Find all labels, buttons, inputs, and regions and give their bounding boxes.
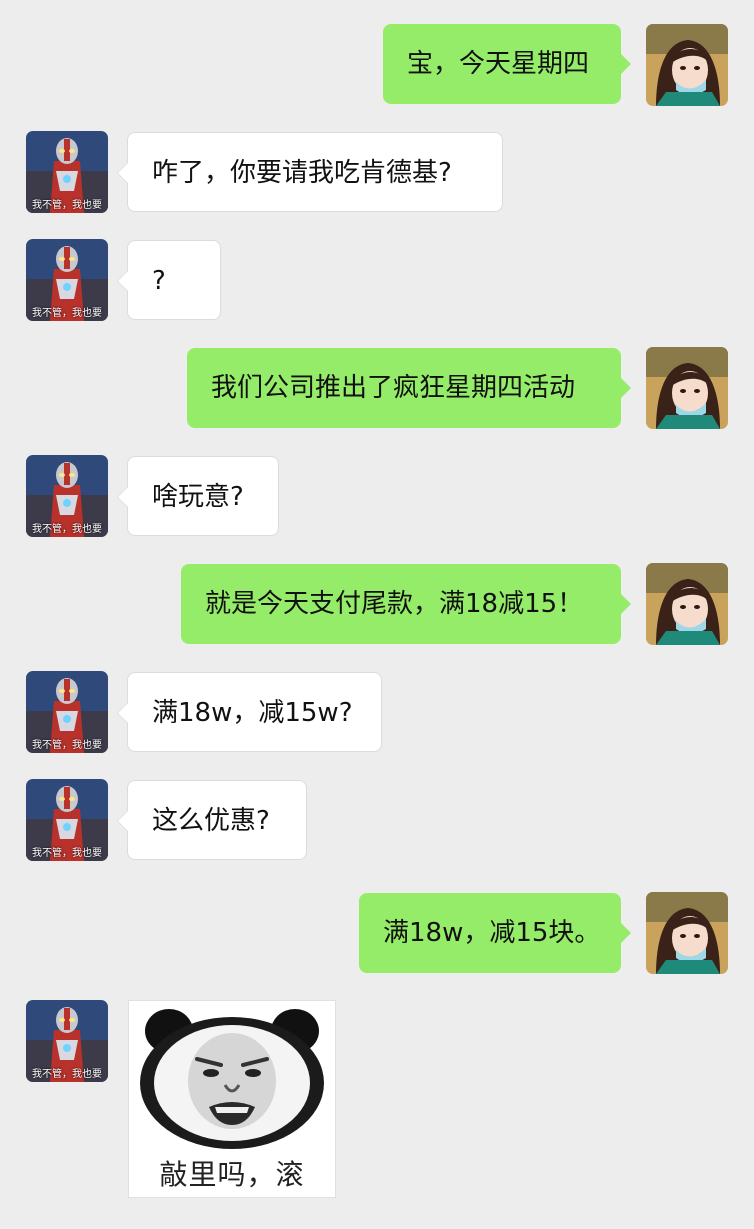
girl-selfie-avatar-icon [646, 892, 728, 974]
message-bubble-outgoing[interactable]: 就是今天支付尾款，满18减15！ [181, 564, 631, 644]
message-bubble-outgoing[interactable]: 满18w，减15块。 [359, 893, 631, 973]
sticker-message[interactable]: 敲里吗，滚 [128, 1000, 336, 1198]
girl-selfie-avatar-icon [646, 24, 728, 106]
contact-avatar[interactable]: 我不管，我也要 [26, 1000, 108, 1082]
avatar-caption: 我不管，我也要 [32, 848, 102, 859]
message-bubble-incoming[interactable]: 这么优惠? [117, 780, 307, 860]
message-bubble-outgoing[interactable]: 宝，今天星期四 [383, 24, 631, 104]
self-avatar[interactable] [646, 24, 728, 106]
girl-selfie-avatar-icon [646, 563, 728, 645]
contact-avatar[interactable]: 我不管，我也要 [26, 779, 108, 861]
avatar-caption: 我不管，我也要 [32, 740, 102, 751]
avatar-caption: 我不管，我也要 [32, 1069, 102, 1080]
sticker-caption: 敲里吗，滚 [159, 1158, 305, 1191]
self-avatar[interactable] [646, 347, 728, 429]
message-bubble-incoming[interactable]: ? [117, 240, 221, 320]
message-bubble-outgoing[interactable]: 我们公司推出了疯狂星期四活动 [187, 348, 631, 428]
contact-avatar[interactable]: 我不管，我也要 [26, 455, 108, 537]
contact-avatar[interactable]: 我不管，我也要 [26, 131, 108, 213]
panda-meme-icon [140, 1009, 324, 1149]
avatar-caption: 我不管，我也要 [32, 200, 102, 211]
message-bubble-incoming[interactable]: 满18w，减15w? [117, 672, 382, 752]
self-avatar[interactable] [646, 892, 728, 974]
girl-selfie-avatar-icon [646, 347, 728, 429]
message-bubble-incoming[interactable]: 咋了，你要请我吃肯德基? [117, 132, 503, 212]
message-bubble-incoming[interactable]: 啥玩意? [117, 456, 279, 536]
chat-window: 宝，今天星期四 我不管，我也要 咋了，你要请我吃肯德基? 我不管，我也要 ? 我… [0, 0, 754, 1229]
contact-avatar[interactable]: 我不管，我也要 [26, 671, 108, 753]
avatar-caption: 我不管，我也要 [32, 524, 102, 535]
avatar-caption: 我不管，我也要 [32, 308, 102, 319]
self-avatar[interactable] [646, 563, 728, 645]
contact-avatar[interactable]: 我不管，我也要 [26, 239, 108, 321]
